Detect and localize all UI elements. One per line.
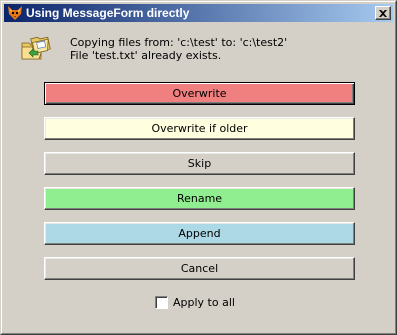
title-bar[interactable]: Using MessageForm directly [4, 4, 393, 22]
cat-head-icon[interactable] [7, 5, 23, 21]
apply-to-all-label[interactable]: Apply to all [173, 296, 235, 309]
skip-button[interactable]: Skip [44, 152, 355, 175]
overwrite-button[interactable]: Overwrite [44, 82, 355, 105]
cancel-button[interactable]: Cancel [44, 257, 355, 280]
close-button[interactable] [375, 6, 391, 20]
append-button[interactable]: Append [44, 222, 355, 245]
close-icon [379, 9, 387, 17]
apply-to-all-checkbox-row[interactable]: Apply to all [155, 295, 235, 309]
dialog-window: Using MessageForm directly Copying files… [0, 0, 397, 335]
overwrite-if-older-button[interactable]: Overwrite if older [44, 117, 355, 140]
rename-button[interactable]: Rename [44, 187, 355, 210]
window-title: Using MessageForm directly [26, 6, 190, 20]
folders-copy-icon [19, 33, 51, 65]
apply-to-all-checkbox[interactable] [155, 295, 168, 309]
message-line-2: File 'test.txt' already exists. [70, 49, 222, 62]
message-line-1: Copying files from: 'c:\test' to: 'c:\te… [70, 36, 288, 49]
